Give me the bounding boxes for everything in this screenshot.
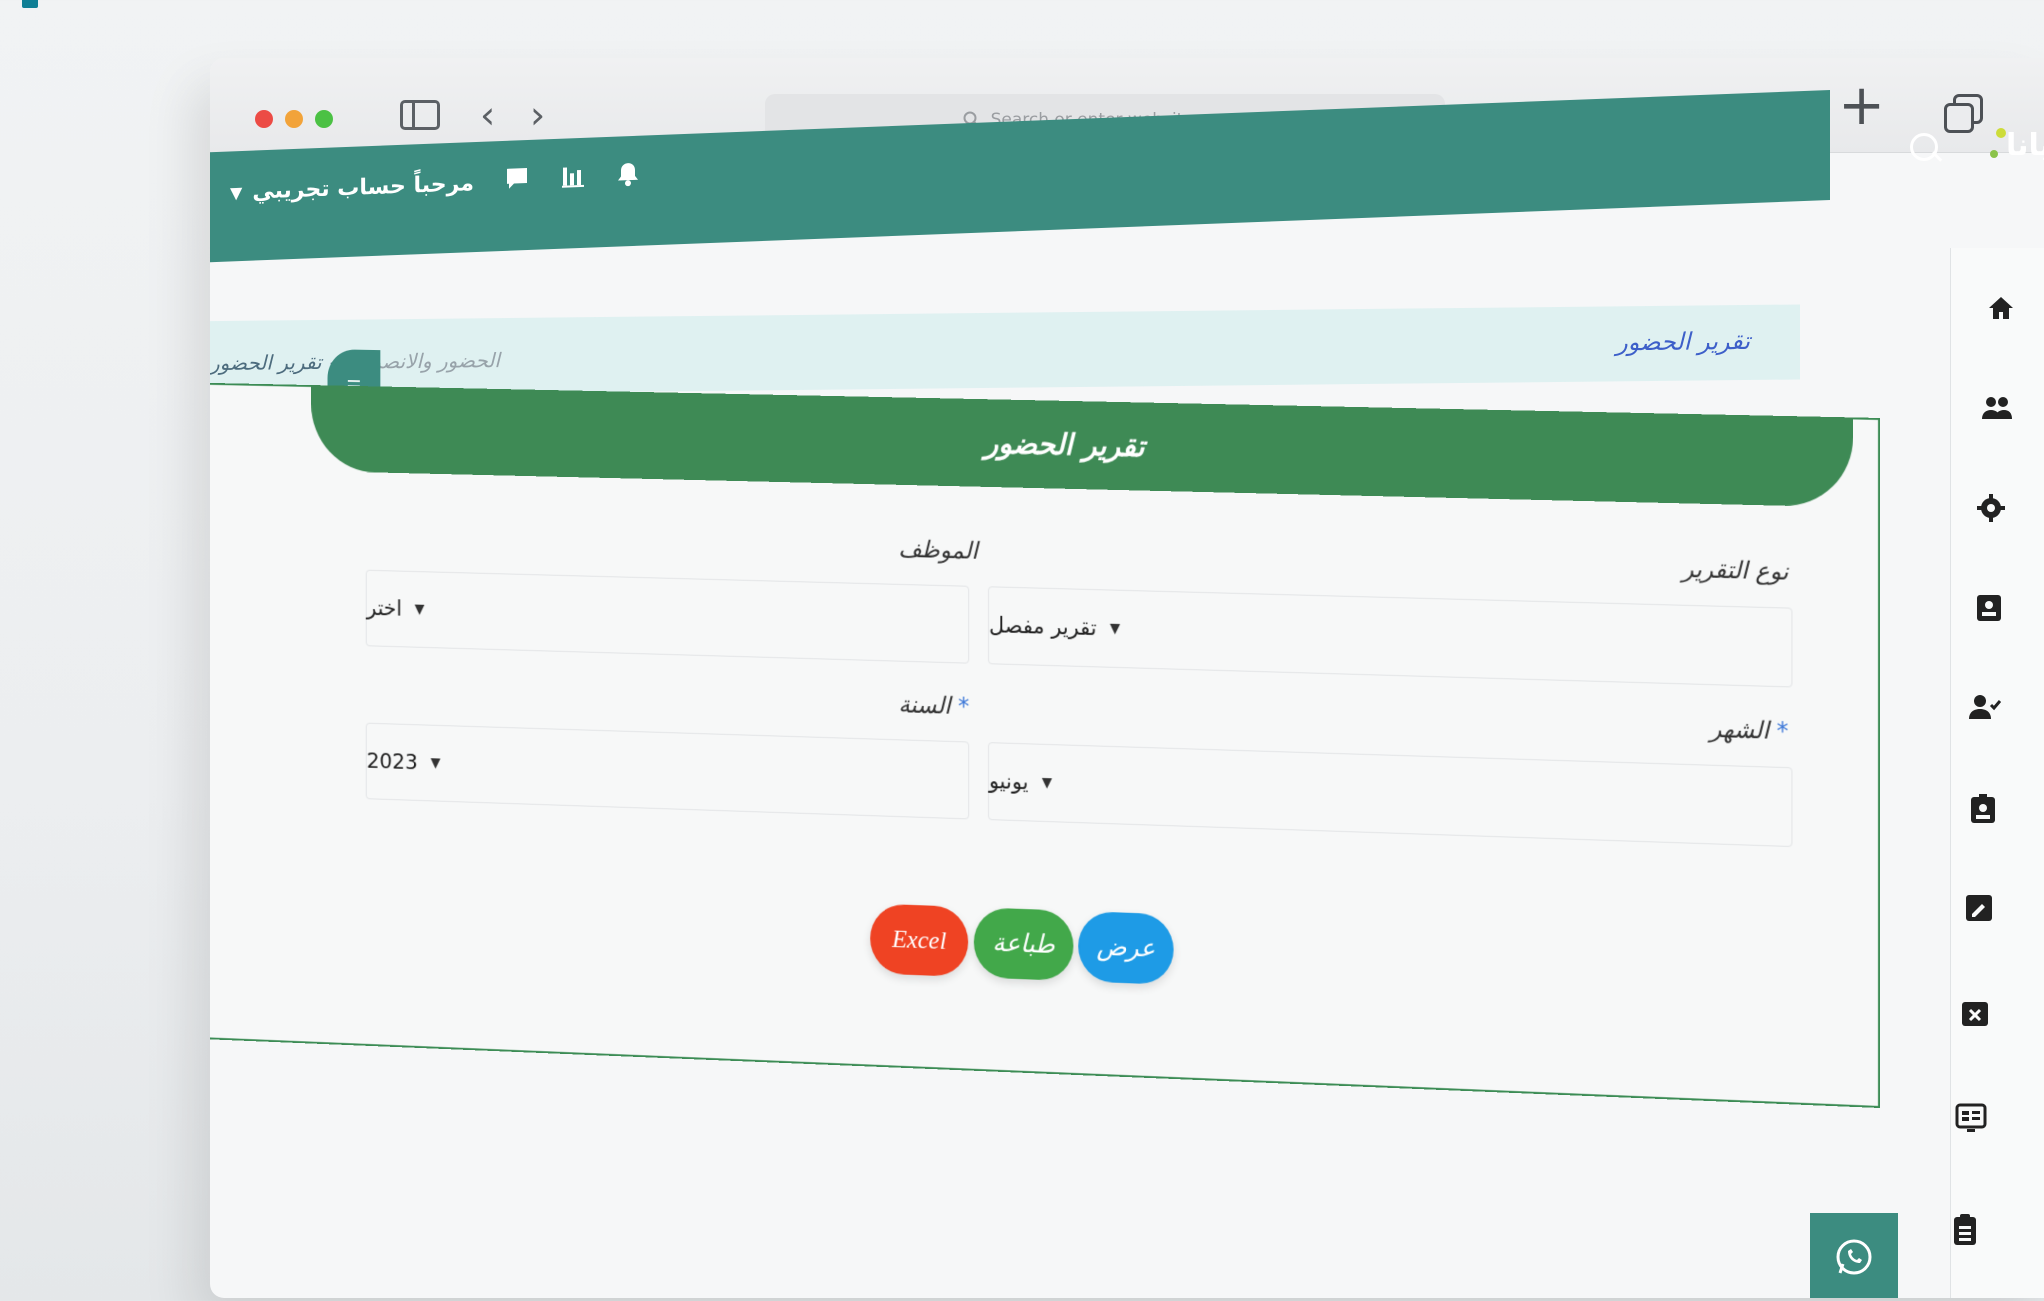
breadcrumb-current: تقرير الحضور (210, 350, 322, 375)
edit-note-icon[interactable] (1961, 893, 1997, 929)
month-value: يونيو (989, 769, 1028, 795)
corner-mark (22, 0, 38, 8)
report-type-value: تقرير مفصل (989, 613, 1097, 640)
company-logo: يانا (1990, 118, 2044, 198)
minimize-window-button[interactable] (285, 110, 303, 128)
close-window-button[interactable] (255, 110, 273, 128)
home-icon[interactable] (1983, 293, 2019, 329)
year-value: 2023 (367, 749, 418, 775)
screen-list-icon[interactable] (1953, 1103, 1989, 1139)
page-title: تقرير الحضور (1616, 327, 1750, 356)
breadcrumb-bar: تقرير الحضور تقرير الحضور - الحضور والان… (210, 304, 1800, 396)
caret-down-icon: ▼ (1042, 775, 1052, 791)
month-label: الشهر * (1710, 715, 1789, 745)
view-button[interactable]: عرض (1078, 911, 1173, 985)
year-select[interactable]: ▼ 2023 (366, 723, 969, 820)
caret-down-icon: ▼ (431, 755, 441, 771)
month-select[interactable]: ▼ يونيو (988, 742, 1792, 847)
back-arrow-icon[interactable]: ‹ (480, 96, 495, 134)
calendar-x-icon[interactable] (1957, 998, 1993, 1034)
tab-overview-icon[interactable] (1944, 94, 1980, 130)
bell-icon[interactable] (616, 161, 640, 195)
excel-export-button[interactable]: Excel (870, 903, 968, 977)
whatsapp-button[interactable] (1810, 1213, 1898, 1298)
card-title: تقرير الحضور (311, 385, 1853, 507)
bar-chart-icon[interactable] (560, 163, 586, 197)
print-button[interactable]: طباعة (974, 907, 1074, 981)
sidebar-toggle-icon[interactable] (400, 100, 440, 130)
report-type-label: نوع التقرير (1682, 555, 1788, 586)
side-navigation (1950, 248, 2044, 1298)
whatsapp-icon (1832, 1235, 1876, 1279)
search-icon[interactable] (1910, 133, 1944, 167)
caret-down-icon: ▼ (230, 183, 242, 202)
user-check-icon[interactable] (1967, 693, 2003, 729)
user-menu[interactable]: ▼ مرحباً حساب تجريبي (230, 171, 474, 205)
report-type-select[interactable]: ▼ تقرير مفصل (988, 586, 1792, 687)
badge-icon[interactable] (1965, 793, 2001, 829)
year-label: السنة * (898, 691, 969, 720)
window-controls (255, 110, 333, 128)
new-tab-button[interactable]: + (1838, 78, 1885, 134)
contact-card-icon[interactable] (1971, 593, 2007, 629)
attendance-report-card: ☰ تقرير الحضور نوع التقرير ▼ تقرير مفصل … (210, 382, 1880, 1108)
employee-value: اختر (367, 596, 402, 621)
users-icon[interactable] (1979, 393, 2015, 429)
chat-icon[interactable] (504, 165, 530, 199)
employee-label: الموظف (898, 535, 977, 564)
forward-arrow-icon[interactable]: › (530, 96, 545, 134)
browser-window: ‹ › Search or enter website name + ▼ مرح… (210, 58, 2044, 1298)
clipboard-icon[interactable] (1947, 1213, 1983, 1249)
caret-down-icon: ▼ (1110, 621, 1120, 637)
maximize-window-button[interactable] (315, 110, 333, 128)
caret-down-icon: ▼ (415, 602, 425, 618)
user-greeting: مرحباً حساب تجريبي (252, 171, 474, 205)
employee-select[interactable]: ▼ اختر (366, 570, 969, 664)
gear-icon[interactable] (1973, 493, 2009, 529)
